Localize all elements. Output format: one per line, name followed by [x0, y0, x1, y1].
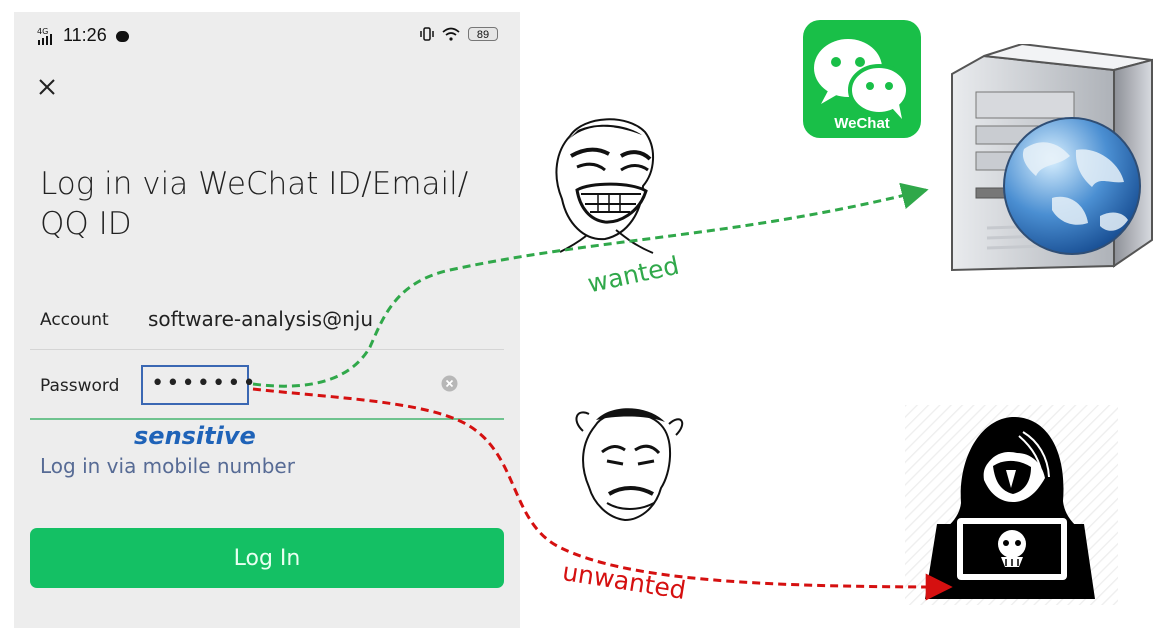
server-globe-icon — [951, 44, 1153, 272]
password-label: Password — [40, 376, 120, 396]
mobile-login-link[interactable]: Log in via mobile number — [40, 454, 295, 478]
laughing-face-icon — [555, 118, 654, 254]
sensitive-label: sensitive — [134, 422, 256, 450]
status-left: 4G 11:26 — [37, 25, 129, 46]
password-focus-underline — [30, 418, 504, 420]
message-icon — [115, 31, 129, 42]
account-label: Account — [40, 310, 109, 330]
status-time: 11:26 — [63, 25, 107, 45]
hacker-icon — [905, 405, 1118, 605]
battery-icon: 89 — [468, 27, 498, 41]
wechat-login-screen: 4G 11:26 89 Log in via WeChat ID/Email/ … — [14, 12, 520, 628]
wanted-label: wanted — [585, 250, 682, 299]
status-bar: 4G 11:26 89 — [14, 12, 520, 58]
password-field[interactable]: ••••••• — [141, 365, 256, 405]
worried-face-icon — [575, 408, 684, 522]
clear-icon[interactable] — [441, 375, 458, 392]
account-divider — [30, 349, 504, 350]
status-right: 89 — [420, 26, 498, 42]
unwanted-label: unwanted — [560, 557, 688, 606]
privacy-flow-illustration: 4G 11:26 89 Log in via WeChat ID/Email/ … — [0, 0, 1174, 640]
wifi-icon — [442, 27, 460, 41]
account-field[interactable]: software-analysis@nju — [148, 307, 373, 331]
signal-icon: 4G — [37, 27, 52, 45]
vibration-icon — [420, 27, 434, 41]
login-title: Log in via WeChat ID/Email/ QQ ID — [40, 166, 469, 242]
close-icon[interactable] — [36, 76, 58, 98]
svg-text:4G: 4G — [37, 27, 48, 36]
login-button[interactable]: Log In — [30, 528, 504, 588]
